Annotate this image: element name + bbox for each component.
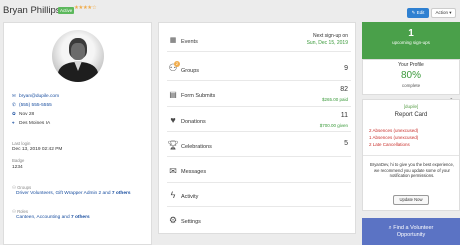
gear-icon: ⚙ [168, 215, 178, 225]
find-opportunity-line1: ⌕ Find a Volunteer [388, 225, 434, 231]
user-name: Bryan Phillips [3, 5, 61, 16]
email-row: ✉ bryan@dupile.com [12, 93, 59, 99]
report-card: [dupile] Report Card 2 Absences (unexcus… [362, 99, 460, 211]
heart-icon: ♥ [170, 115, 176, 125]
calendar-icon: ▦ [169, 37, 177, 44]
groups-count: 9 [344, 65, 348, 72]
notification-note: BryanDev, hi to give you the best experi… [370, 162, 454, 178]
roles-list[interactable]: Canteen, Accounting and 7 others [16, 215, 146, 221]
badge-number: 1234 [12, 165, 23, 170]
search-icon: ⌕ [388, 225, 392, 231]
forms-label: Form Submits [181, 93, 216, 99]
avatar [52, 30, 104, 82]
forms-amount: $265.00 paid [321, 97, 348, 102]
next-signup-label: Next sign-up on [312, 33, 348, 39]
report-title: Report Card [394, 112, 428, 118]
divider [363, 155, 459, 156]
edit-button[interactable]: ✎ Edit [407, 8, 429, 18]
find-opportunity-button[interactable]: ⌕ Find a Volunteer Opportunity [362, 218, 460, 245]
events-row[interactable]: ▦ Events Next sign-up on Sun, Dec 15, 20… [167, 30, 351, 52]
donations-row[interactable]: ♥ Donations 11 $700.00 given [167, 110, 351, 132]
celebrations-row[interactable]: 🏆︎ Celebrations 5 [167, 135, 351, 157]
messages-row[interactable]: ✉ Messages [167, 161, 351, 183]
location-row: ⌖ Des Moines IA [12, 120, 50, 126]
complete-label: complete [401, 83, 421, 88]
profile-completion-tile[interactable]: Your Profile 80% complete [362, 59, 460, 95]
rating-stars: ★★★★☆ [74, 5, 97, 11]
last-login-value: Dec 13, 2019 02:42 PM [12, 147, 63, 152]
map-pin-icon: ⌖ [12, 120, 15, 125]
groups-label: Groups [181, 68, 200, 74]
donations-count: 11 [340, 112, 348, 119]
badge-label: Badge [12, 158, 25, 163]
next-signup: Next sign-up on Sun, Dec 15, 2019 [307, 33, 348, 46]
activity-row[interactable]: ϟ Activity [167, 185, 351, 207]
upcoming-count: 1 [408, 28, 414, 39]
update-now-button[interactable]: Update Now [393, 195, 429, 205]
phone-icon: ✆ [12, 102, 16, 107]
activity-icon: ϟ [170, 190, 176, 200]
phone-link[interactable]: (555) 555-5555 [19, 103, 52, 108]
donations-label: Donations [181, 119, 206, 125]
edit-icon: ✎ [411, 10, 416, 15]
gift-icon: ✿ [12, 111, 16, 116]
trophy-icon: 🏆︎ [167, 140, 179, 150]
profile-label: Your Profile [398, 62, 424, 68]
contact-card: ✉ bryan@dupile.com ✆ (555) 555-5555 ✿ Nov 2… [3, 22, 152, 245]
groups-row[interactable]: ⚇ 2 Groups 9 [167, 59, 351, 81]
messages-label: Messages [181, 169, 207, 175]
events-label: Events [181, 39, 198, 45]
forms-count: 82 [340, 86, 348, 93]
late-cancellations: 2 Late Cancellations [369, 142, 410, 147]
status-badge: Active [58, 7, 75, 14]
settings-row[interactable]: ⚙ Settings [167, 210, 351, 232]
email-link[interactable]: bryan@dupile.com [19, 94, 59, 99]
action-dropdown[interactable]: Action ▾ [431, 8, 456, 18]
chat-icon: ✉ [169, 166, 177, 176]
upcoming-label: upcoming sign-ups [392, 40, 430, 45]
birthday-row: ✿ Nov 28 [12, 111, 34, 117]
last-login-label: Last login [12, 141, 31, 146]
settings-label: Settings [181, 219, 201, 225]
activity-label: Activity [181, 194, 199, 200]
celebrations-label: Celebrations [181, 144, 212, 150]
roles-icon: ⚇ [12, 209, 16, 214]
summary-card: ▦ Events Next sign-up on Sun, Dec 15, 20… [158, 22, 356, 234]
next-signup-date: Sun, Dec 15, 2019 [306, 39, 348, 46]
location-text: Des Moines IA [19, 121, 51, 126]
profile-percent: 80% [400, 70, 421, 81]
forms-row[interactable]: ▤ Form Submits 82 $265.00 paid [167, 85, 351, 107]
find-opportunity-line2: Opportunity [396, 232, 426, 238]
mail-icon: ✉ [12, 93, 16, 98]
groups-count-badge: 2 [174, 61, 180, 67]
absences-unexcused-1: 2 Absences (unexcused) [369, 128, 419, 133]
users-icon: ⚇ [12, 185, 16, 190]
dupile-logo: [dupile] [403, 104, 419, 109]
profile-header: Bryan Phillips Active ★★★★☆ ✎ Edit Actio… [0, 0, 460, 22]
upcoming-signups-tile[interactable]: 1 upcoming sign-ups [362, 22, 460, 59]
birthday-text: Nov 28 [19, 112, 35, 117]
form-icon: ▤ [169, 90, 177, 99]
donations-amount: $700.00 given [319, 123, 348, 128]
avatar-face [71, 43, 85, 60]
celebrations-count: 5 [344, 140, 348, 147]
groups-list[interactable]: Driver Volunteers, Gift Wrapper Admin 2 … [16, 191, 146, 197]
absences-unexcused-2: 1 Absences (unexcused) [369, 135, 419, 140]
phone-row: ✆ (555) 555-5555 [12, 102, 52, 108]
